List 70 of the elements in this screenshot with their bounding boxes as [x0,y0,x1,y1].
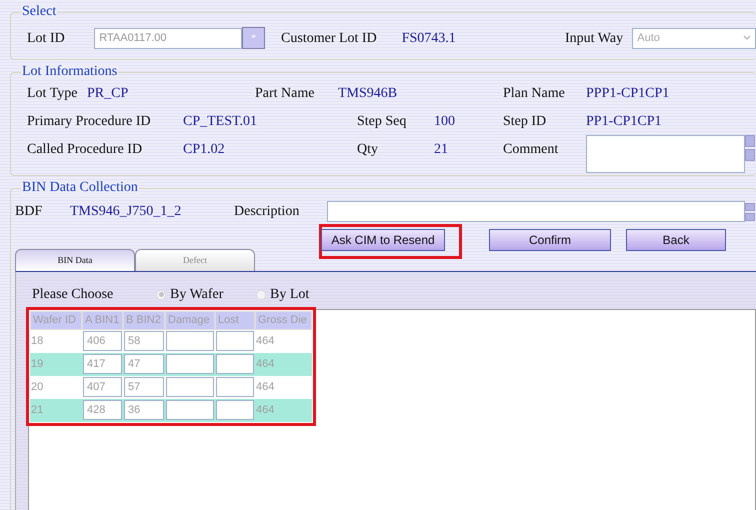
field-label: Lot ID [27,30,66,48]
field-label: Description [234,203,300,221]
column-header: Wafer ID [30,311,82,330]
lot-id-field[interactable]: RTAA0117.00 [94,28,242,48]
field-label: Step Seq [357,113,408,131]
field-value: PPP1-CP1CP1 [586,85,670,103]
cell-input[interactable]: 406 [83,331,122,351]
field-label: Primary Procedure ID [27,113,152,131]
field-label: Comment [503,141,560,159]
lookup-button[interactable]: * [242,27,266,49]
field-label: Part Name [255,85,316,103]
table-cell: 464 [256,358,274,370]
table-cell: 18 [31,334,44,347]
radio-option[interactable]: By Wafer [156,284,256,305]
column-header: B BIN2 [123,311,165,330]
field-value: CP_TEST.01 [183,113,258,131]
cell-input[interactable]: 58 [124,331,164,351]
section-legend: BIN Data Collection [21,180,139,196]
field-label: Input Way [564,30,624,48]
column-header: Damage [165,311,215,330]
table-cell: 21 [31,404,44,416]
radio-option[interactable]: By Lot [256,284,356,305]
cell-input[interactable]: 36 [124,400,164,420]
table-cell: 464 [256,380,274,393]
field-value: PR_CP [87,85,130,103]
column-header: Gross Die [255,311,312,330]
table-cell: 464 [256,404,274,416]
cell-input[interactable] [166,331,214,351]
cell-input[interactable] [216,400,254,420]
field-label: BDF [15,203,44,221]
cell-input[interactable] [166,377,214,397]
column-header: A BIN1 [82,311,123,330]
field-label: Plan Name [503,85,566,103]
field-value: PP1-CP1CP1 [586,113,662,131]
field-value: 21 [434,141,449,159]
field-label: Qty [357,141,379,159]
tab[interactable]: Defect [135,249,255,271]
field-value: 100 [434,113,456,131]
choose-label: Please Choose [32,286,114,304]
action-button[interactable]: Ask CIM to Resend [321,229,445,251]
field-value: CP1.02 [183,141,226,159]
column-header: Lost [215,311,255,330]
field-label: Lot Type [27,85,78,103]
comment-field[interactable] [586,135,745,173]
scrollbar[interactable] [745,202,755,220]
action-button[interactable]: Back [626,229,726,251]
description-field[interactable] [327,201,745,222]
cell-input[interactable]: 47 [124,354,164,374]
section-legend: Select [21,4,58,20]
field-value: FS0743.1 [402,30,457,48]
cell-input[interactable] [216,331,254,351]
cell-input[interactable]: 57 [124,377,164,397]
field-value: TMS946B [338,85,398,103]
field-label: Called Procedure ID [27,141,144,159]
cell-input[interactable]: 407 [83,377,122,397]
field-label: Customer Lot ID [281,30,378,48]
table-cell: 464 [256,334,274,347]
cell-input[interactable] [216,377,254,397]
table-cell: 19 [31,358,44,370]
field-label: Step ID [503,113,548,131]
section-legend: Lot Informations [21,64,118,80]
field-value: TMS946_J750_1_2 [70,203,182,221]
action-button[interactable]: Confirm [489,229,611,251]
table-cell: 20 [31,380,44,393]
cell-input[interactable] [216,354,254,374]
cell-input[interactable] [166,400,214,420]
cell-input[interactable] [166,354,214,374]
tab[interactable]: BIN Data [15,249,135,271]
cell-input[interactable]: 428 [83,400,122,420]
cell-input[interactable]: 417 [83,354,122,374]
